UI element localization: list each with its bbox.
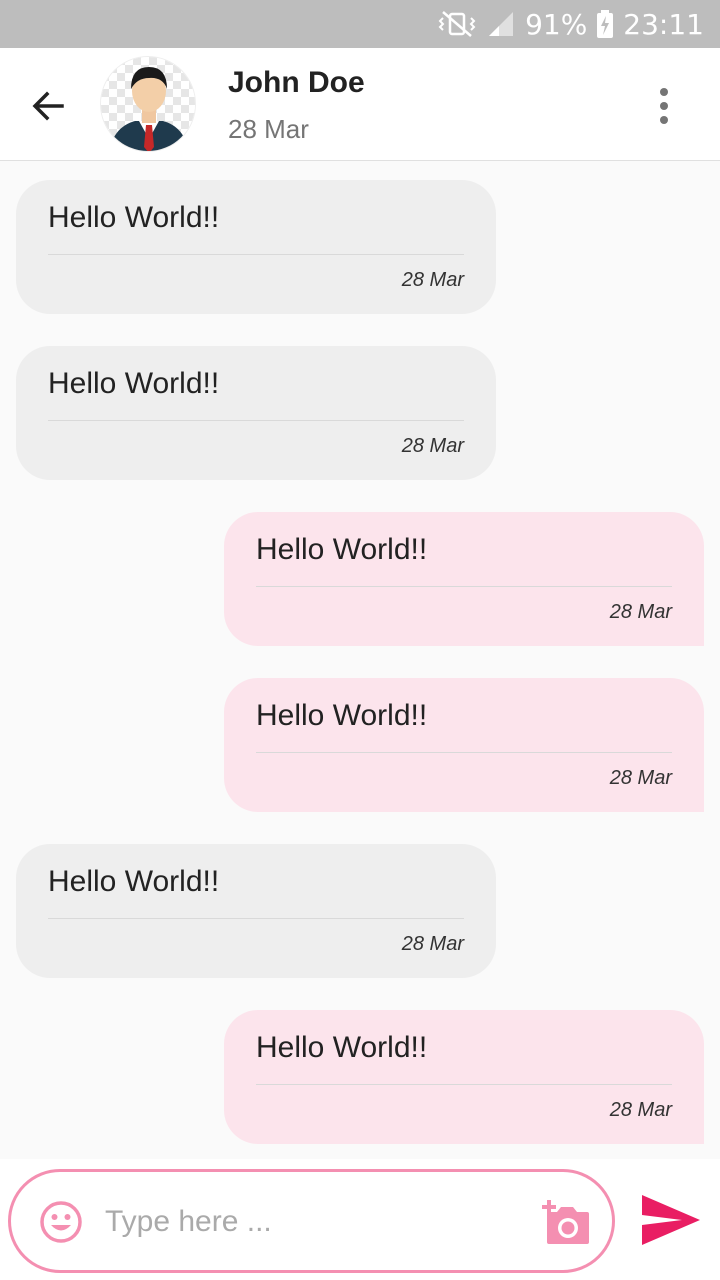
arrow-left-icon xyxy=(32,91,64,121)
message-divider xyxy=(256,586,672,587)
battery-percent: 91% xyxy=(525,7,588,41)
vibrate-mute-icon xyxy=(437,9,477,39)
signal-icon xyxy=(487,10,515,38)
more-vert-icon xyxy=(660,88,668,96)
message-bubble-incoming[interactable]: Hello World!! 28 Mar xyxy=(16,346,496,480)
emoji-button[interactable] xyxy=(39,1200,83,1244)
message-time: 28 Mar xyxy=(401,435,464,457)
chat-header: John Doe 28 Mar xyxy=(0,48,720,161)
message-text: Hello World!! xyxy=(256,699,428,732)
message-text: Hello World!! xyxy=(256,533,428,566)
contact-last-seen: 28 Mar xyxy=(228,114,309,144)
message-composer xyxy=(0,1159,720,1280)
contact-name: John Doe xyxy=(228,66,365,99)
battery-charging-icon xyxy=(597,10,614,38)
message-divider xyxy=(48,420,464,421)
add-photo-button[interactable] xyxy=(539,1198,591,1246)
message-list[interactable]: Hello World!! 28 Mar Hello World!! 28 Ma… xyxy=(0,161,720,1159)
message-bubble-outgoing[interactable]: Hello World!! 28 Mar xyxy=(224,512,704,646)
more-options-button[interactable] xyxy=(640,78,688,134)
message-input[interactable] xyxy=(105,1194,525,1250)
smiley-icon xyxy=(40,1201,82,1243)
status-bar: 91% 23:11 xyxy=(0,0,720,48)
message-text: Hello World!! xyxy=(48,201,220,234)
message-bubble-incoming[interactable]: Hello World!! 28 Mar xyxy=(16,180,496,314)
message-divider xyxy=(256,752,672,753)
message-divider xyxy=(256,1084,672,1085)
message-time: 28 Mar xyxy=(401,933,464,955)
message-input-container xyxy=(8,1169,615,1273)
avatar[interactable] xyxy=(100,56,196,152)
message-time: 28 Mar xyxy=(401,269,464,291)
back-button[interactable] xyxy=(20,78,76,134)
message-text: Hello World!! xyxy=(48,865,220,898)
message-text: Hello World!! xyxy=(48,367,220,400)
message-divider xyxy=(48,254,464,255)
send-button[interactable] xyxy=(640,1193,702,1247)
message-bubble-incoming[interactable]: Hello World!! 28 Mar xyxy=(16,844,496,978)
message-time: 28 Mar xyxy=(609,601,672,623)
message-time: 28 Mar xyxy=(609,1099,672,1121)
message-divider xyxy=(48,918,464,919)
message-bubble-outgoing[interactable]: Hello World!! 28 Mar xyxy=(224,1010,704,1144)
message-bubble-outgoing[interactable]: Hello World!! 28 Mar xyxy=(224,678,704,812)
message-time: 28 Mar xyxy=(609,767,672,789)
clock: 23:11 xyxy=(623,7,704,41)
message-text: Hello World!! xyxy=(256,1031,428,1064)
add-photo-icon xyxy=(542,1200,589,1244)
send-icon xyxy=(642,1195,700,1245)
